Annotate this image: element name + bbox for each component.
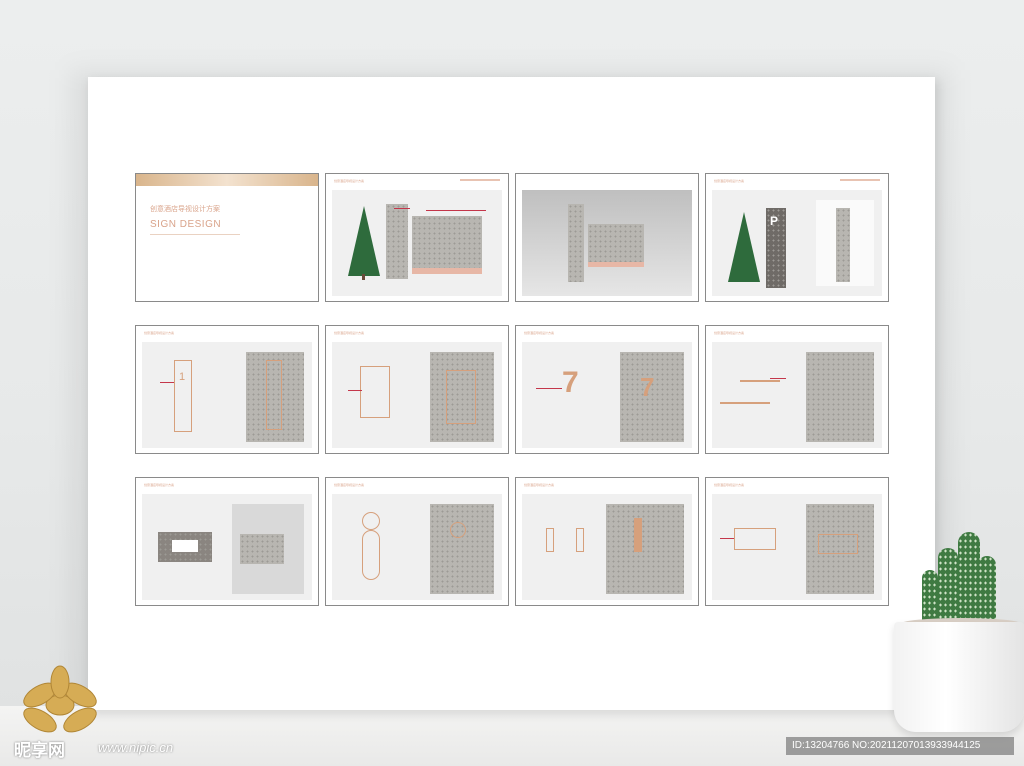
direction-frame-render — [818, 534, 858, 554]
render-base — [588, 262, 644, 267]
slide-restroom-sign: 创意酒店导视设计方案 — [515, 477, 699, 606]
stone-render — [606, 504, 684, 594]
parking-totem: P — [766, 208, 786, 288]
parking-totem-render — [836, 208, 850, 282]
watermark-url: www.nipic.cn — [98, 740, 174, 755]
slide-header: 创意酒店导视设计方案 — [334, 179, 365, 183]
sign-base — [412, 268, 482, 274]
slide-header: 创意酒店导视设计方案 — [334, 483, 365, 487]
stone-render — [806, 352, 874, 442]
slide-floor-directory: 创意酒店导视设计方案 1 — [135, 325, 319, 454]
cactus-stem — [938, 548, 958, 628]
totem-sign — [386, 204, 408, 279]
directory-frame-render — [266, 360, 282, 430]
floor-number: 1 — [179, 371, 186, 383]
circle-icon-render — [450, 522, 466, 538]
circle-icon — [362, 512, 380, 530]
render-board — [588, 224, 644, 262]
presentation-board: 创意酒店导视设计方案 SIGN DESIGN 创意酒店导视设计方案 创意酒店导视… — [88, 77, 935, 710]
slide-header: 创意酒店导视设计方案 — [144, 483, 175, 487]
slide-direction-sign: 创意酒店导视设计方案 — [705, 477, 889, 606]
slide-header: 创意酒店导视设计方案 — [524, 483, 555, 487]
male-icon — [546, 528, 554, 552]
slide-outdoor-sign: 创意酒店导视设计方案 — [325, 173, 509, 302]
slide-header: 创意酒店导视设计方案 — [714, 331, 745, 335]
cover-band — [136, 174, 318, 186]
cactus-stem — [958, 532, 980, 628]
tree-illustration — [348, 206, 380, 276]
slide-header-line — [460, 179, 500, 181]
annotation-line — [720, 538, 734, 539]
cover-title-cn: 创意酒店导视设计方案 — [150, 206, 220, 213]
male-icon-render — [634, 518, 642, 552]
slide-header: 创意酒店导视设计方案 — [714, 179, 745, 183]
stair-line — [720, 402, 770, 404]
slide-header: 创意酒店导视设计方案 — [524, 331, 555, 335]
slide-3d-render — [515, 173, 699, 302]
frame-window — [172, 540, 198, 552]
slide-parking-sign: 创意酒店导视设计方案 P — [705, 173, 889, 302]
room-number: 7 — [562, 366, 579, 399]
slide-frame-sign: 创意酒店导视设计方案 — [135, 477, 319, 606]
capsule-frame — [362, 530, 380, 580]
annotation-line — [160, 382, 174, 383]
directory-frame: 1 — [174, 360, 192, 432]
slide-flag-sign: 创意酒店导视设计方案 — [325, 325, 509, 454]
annotation-line — [770, 378, 786, 379]
stone-render: 7 — [620, 352, 684, 442]
watermark-id: ID:13204766 NO:20211207013933944125 — [786, 737, 1014, 755]
slide-restaurant-sign: 创意酒店导视设计方案 — [325, 477, 509, 606]
tree-trunk — [362, 274, 365, 280]
annotation-line — [536, 388, 562, 389]
slide-cover: 创意酒店导视设计方案 SIGN DESIGN — [135, 173, 319, 302]
table-surface — [0, 706, 1024, 766]
stone-render — [430, 504, 494, 594]
render-totem — [568, 204, 584, 282]
slide-header: 创意酒店导视设计方案 — [714, 483, 745, 487]
cover-divider — [150, 234, 240, 235]
board-sign — [412, 216, 482, 268]
watermark-brand: 昵享网 — [14, 741, 65, 760]
slide-meeting-room: 创意酒店导视设计方案 7 7 — [515, 325, 699, 454]
annotation-line — [348, 390, 362, 391]
annotation-line — [394, 208, 410, 209]
direction-frame — [734, 528, 776, 550]
frame-sign-render — [240, 534, 284, 564]
slide-header: 创意酒店导视设计方案 — [144, 331, 175, 335]
room-number-render: 7 — [640, 372, 655, 402]
arrow-line — [740, 380, 780, 382]
annotation-line — [426, 210, 486, 211]
flag-frame — [360, 366, 390, 418]
cover-title-en: SIGN DESIGN — [150, 219, 222, 230]
slide-stair-sign: 创意酒店导视设计方案 — [705, 325, 889, 454]
frame-sign — [158, 532, 212, 562]
parking-letter: P — [770, 214, 779, 228]
cactus-stem — [978, 556, 996, 628]
slide-header: 创意酒店导视设计方案 — [334, 331, 365, 335]
female-icon — [576, 528, 584, 552]
slide-header-line — [840, 179, 880, 181]
flag-frame-render — [446, 370, 476, 424]
tree-illustration — [728, 212, 760, 282]
flower-pot — [894, 622, 1024, 732]
